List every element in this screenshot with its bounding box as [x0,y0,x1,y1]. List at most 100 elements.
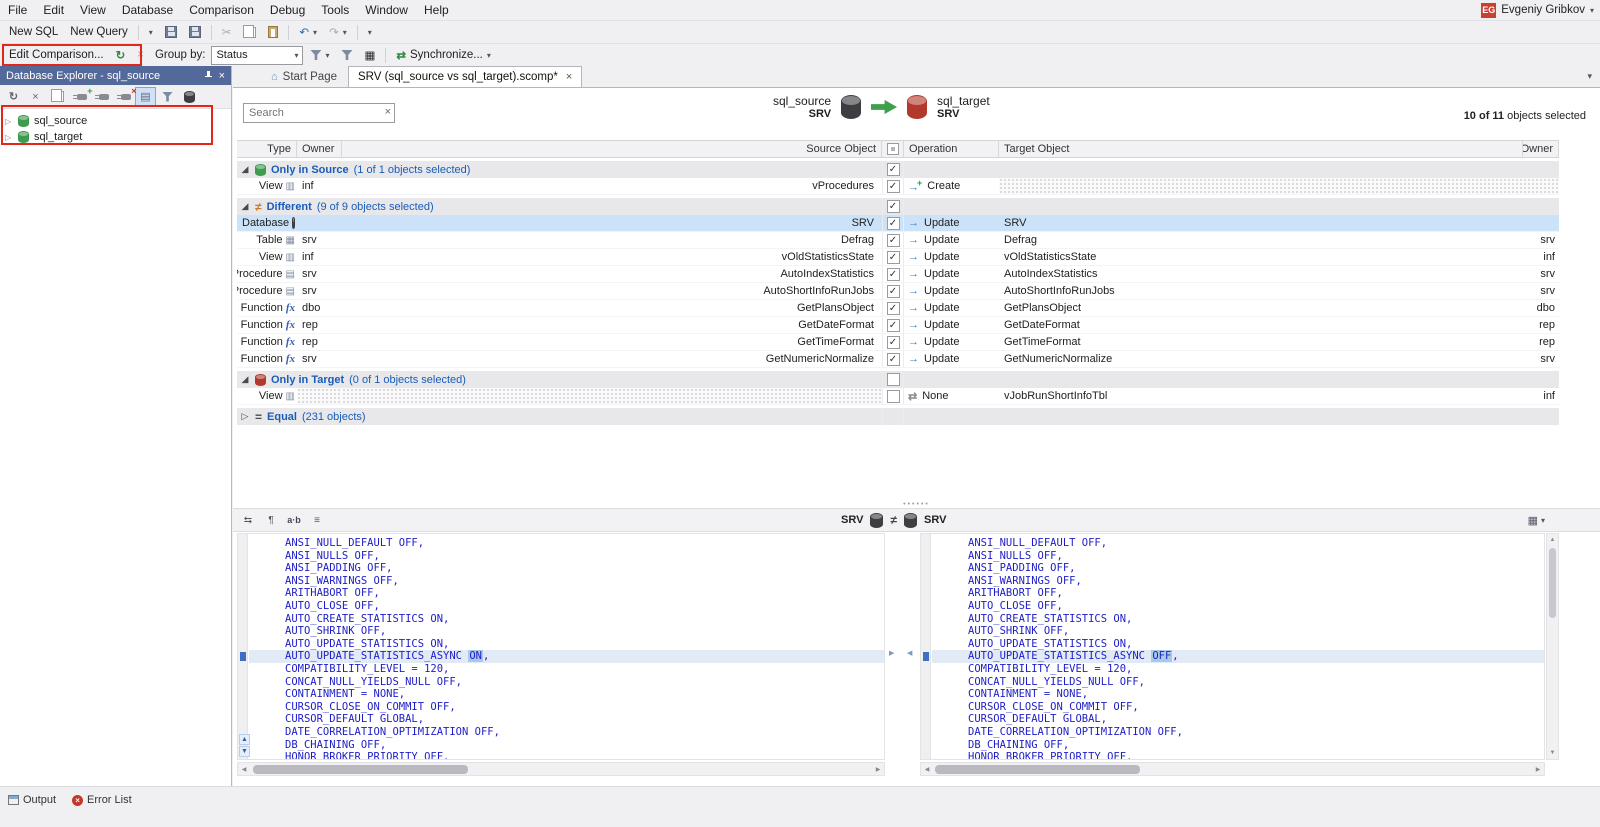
refresh-comparison-button[interactable]: ↻ [111,45,131,65]
filter-button[interactable] [157,87,178,107]
tab-list-dropdown-icon[interactable]: ▾ [1587,71,1592,82]
object-row[interactable]: FunctionfxsrvGetNumericNormalize✓→Update… [237,351,1559,368]
save-all-button[interactable] [184,22,206,42]
object-row[interactable]: Procedure▤srvAutoIndexStatistics✓→Update… [237,266,1559,283]
checkbox[interactable]: ✓ [887,200,900,213]
object-row[interactable]: DatabaseSRV✓→UpdateSRV [237,215,1559,232]
expand-icon[interactable]: ◢ [240,164,250,175]
line-mode-button[interactable]: ≡ [307,511,327,530]
save-button[interactable] [160,22,182,42]
filter-button[interactable] [336,45,357,65]
connect-button[interactable] [91,87,112,107]
checkbox[interactable]: ✓ [887,302,900,315]
column-header-operation[interactable]: Operation [904,141,999,157]
vertical-scrollbar[interactable]: ▲ ▼ [1546,533,1559,760]
menu-item-tools[interactable]: Tools [313,1,357,19]
horizontal-scrollbar-left[interactable]: ◀ ▶ [237,762,885,776]
close-tab-icon[interactable]: × [566,71,572,83]
menu-item-database[interactable]: Database [114,1,181,19]
object-row[interactable]: FunctionfxdboGetPlansObject✓→UpdateGetPl… [237,300,1559,317]
expand-icon[interactable]: ◢ [240,374,250,385]
checkbox[interactable]: ✓ [887,353,900,366]
object-row[interactable]: FunctionfxrepGetDateFormat✓→UpdateGetDat… [237,317,1559,334]
show-documents-button[interactable]: ▤ [135,87,156,107]
checkbox[interactable]: ✓ [887,234,900,247]
menu-item-debug[interactable]: Debug [262,1,313,19]
tree-node-sql_source[interactable]: ▷sql_source [0,113,231,129]
checkbox[interactable]: ✓ [887,268,900,281]
scroll-right-icon[interactable]: ▶ [872,763,884,775]
expand-icon[interactable]: ▷ [240,411,250,422]
object-row[interactable]: View▥⇄NonevJobRunShortInfoTblinf [237,388,1559,405]
next-difference-button[interactable]: ▼ [239,746,250,757]
sql-target-editor[interactable]: ANSI_NULL_DEFAULT OFF,ANSI_NULLS OFF,ANS… [920,533,1545,760]
scroll-left-icon[interactable]: ◀ [238,763,250,775]
column-header-type[interactable]: Type [237,141,297,157]
group-header[interactable]: ▷=Equal(231 objects) [237,408,1559,425]
edit-comparison-button[interactable]: Edit Comparison... [4,45,109,65]
duplicate-button[interactable] [47,87,68,107]
copy-button[interactable] [238,22,261,42]
checkbox[interactable] [887,390,900,403]
previous-difference-button[interactable]: ▲ [239,734,250,745]
redo-button[interactable]: ↷▾ [324,22,352,42]
chevron-down-icon[interactable]: ▾ [1541,516,1545,525]
expand-icon[interactable]: ▷ [5,133,13,142]
search-input[interactable] [243,103,395,123]
undo-button[interactable]: ↶▾ [294,22,322,42]
object-row[interactable]: View▥infvProcedures✓→+Create [237,178,1559,195]
menu-item-window[interactable]: Window [357,1,416,19]
horizontal-splitter[interactable] [233,500,1600,508]
new-connection-button[interactable] [69,87,90,107]
formatting-marks-button[interactable]: ¶ [261,511,281,530]
sql-source-editor[interactable]: ANSI_NULL_DEFAULT OFF,ANSI_NULLS OFF,ANS… [237,533,885,760]
object-row[interactable]: FunctionfxrepGetTimeFormat✓→UpdateGetTim… [237,334,1559,351]
column-header-owner2[interactable]: Owner [1523,141,1559,157]
column-header-source-object[interactable]: Source Object [342,141,882,157]
column-header-owner[interactable]: Owner [297,141,342,157]
object-row[interactable]: Procedure▤srvAutoShortInfoRunJobs✓→Updat… [237,283,1559,300]
synchronize-button[interactable]: ⇄Synchronize...▾ [391,45,496,65]
stop-comparison-button[interactable]: × [132,45,149,65]
horizontal-scrollbar-right[interactable]: ◀ ▶ [920,762,1545,776]
tree-node-sql_target[interactable]: ▷sql_target [0,129,231,145]
checkbox[interactable]: ✓ [887,285,900,298]
column-header-checkbox[interactable] [882,141,904,157]
scrollbar-thumb[interactable] [1549,548,1556,618]
checkbox[interactable] [887,373,900,386]
user-account[interactable]: EG Evgeniy Gribkov ▾ [1481,0,1594,20]
scroll-up-icon[interactable]: ▲ [1547,534,1558,546]
output-tab[interactable]: Output [8,791,56,809]
checkbox[interactable]: ✓ [887,336,900,349]
scrollbar-thumb[interactable] [253,765,468,774]
menu-item-help[interactable]: Help [416,1,457,19]
error-list-tab[interactable]: Error List [72,791,132,809]
group-header[interactable]: ◢Only in Source(1 of 1 objects selected)… [237,161,1559,178]
grid-view-icon[interactable]: ▦ [1528,514,1538,527]
columns-button[interactable]: ▦ [359,45,380,65]
swap-panels-button[interactable]: ⇆ [238,511,258,530]
checkbox[interactable]: ✓ [887,217,900,230]
clear-search-icon[interactable]: × [385,106,391,118]
group-header[interactable]: ◢≠Different(9 of 9 objects selected)✓ [237,198,1559,215]
new-document-button[interactable]: ▾ [144,22,158,42]
group-by-select[interactable]: Status ▾ [211,46,303,65]
chevron-down-icon[interactable]: ▾ [1590,6,1594,15]
scroll-right-icon[interactable]: ▶ [1532,763,1544,775]
menu-item-view[interactable]: View [72,1,114,19]
tab-active[interactable]: SRV (sql_source vs sql_target).scomp*× [348,66,582,87]
text-compare-button[interactable]: a·b [284,511,304,530]
checkbox[interactable]: ✓ [887,180,900,193]
menu-item-edit[interactable]: Edit [35,1,72,19]
expand-icon[interactable]: ◢ [240,201,250,212]
menu-item-comparison[interactable]: Comparison [181,1,262,19]
new-query-button[interactable]: New Query [65,22,133,42]
group-header[interactable]: ◢Only in Target(0 of 1 objects selected) [237,371,1559,388]
scrollbar-thumb[interactable] [935,765,1140,774]
pin-icon[interactable] [204,70,213,81]
refresh-button[interactable]: ↻ [3,87,24,107]
paste-button[interactable] [263,22,283,42]
tab[interactable]: ⌂Start Page [262,66,346,87]
filter-dropdown-button[interactable]: ▾ [305,45,334,65]
object-row[interactable]: View▥infvOldStatisticsState✓→UpdatevOldS… [237,249,1559,266]
